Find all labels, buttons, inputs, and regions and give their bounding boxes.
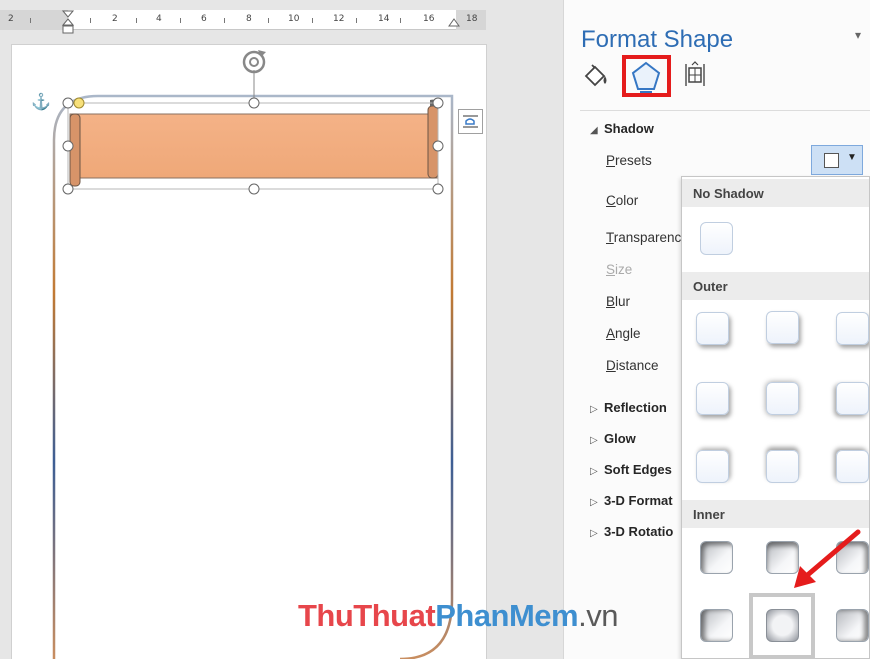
- presets-dropdown-button[interactable]: ▼: [811, 145, 863, 175]
- frame-shape: [52, 94, 454, 659]
- tab-effects[interactable]: [622, 55, 671, 97]
- expand-triangle-icon: ▷: [590, 435, 598, 446]
- section-label: Soft Edges: [604, 462, 672, 477]
- layout-options-button[interactable]: [458, 109, 483, 134]
- pentagon-effects-icon: [631, 61, 661, 93]
- layout-properties-icon: [685, 61, 705, 86]
- tab-layout-properties[interactable]: [680, 60, 714, 94]
- preset-outer[interactable]: [696, 450, 729, 483]
- resize-handle: [432, 183, 444, 195]
- pane-title: Format Shape: [581, 26, 734, 53]
- collapse-triangle-icon: ◢: [590, 125, 598, 136]
- word-window: 2 2 4 6 8 10 12 14 16 18 ⚓ Format Shape …: [0, 0, 870, 659]
- color-label: Color: [606, 193, 639, 208]
- preset-outer[interactable]: [766, 311, 799, 344]
- section-label: Reflection: [604, 400, 667, 415]
- section-label: Glow: [604, 431, 636, 446]
- rotate-handle-icon: [242, 50, 266, 74]
- blur-label: Blur: [606, 294, 631, 309]
- watermark-logo: ThuThuatPhanMem.vn: [298, 598, 618, 634]
- resize-handle: [432, 97, 444, 109]
- preset-outer[interactable]: [836, 312, 869, 345]
- preset-outer[interactable]: [836, 450, 869, 483]
- dropdown-arrow-icon: ▼: [847, 152, 857, 163]
- transparency-label: Transparenc: [606, 230, 682, 245]
- preset-inner[interactable]: [700, 541, 733, 574]
- preset-outer[interactable]: [766, 450, 799, 483]
- tab-fill-line[interactable]: [581, 60, 615, 94]
- preset-outer[interactable]: [766, 382, 799, 415]
- gallery-group-outer: Outer: [682, 272, 869, 300]
- section-shadow-header[interactable]: ◢ Shadow: [590, 121, 654, 136]
- preset-outer[interactable]: [696, 382, 729, 415]
- section-glow-header[interactable]: ▷ Glow: [590, 431, 636, 446]
- annotation-arrow-icon: [794, 529, 861, 588]
- preset-no-shadow[interactable]: [700, 222, 733, 255]
- watermark-part2: PhanMem: [435, 598, 579, 633]
- expand-triangle-icon: ▷: [590, 497, 598, 508]
- resize-handle: [62, 97, 74, 109]
- gallery-group-no-shadow: No Shadow: [682, 179, 869, 207]
- angle-label: Angle: [606, 326, 641, 341]
- section-label: Shadow: [604, 121, 654, 136]
- pane-options-dropdown[interactable]: ▾: [855, 28, 861, 42]
- resize-handle: [432, 140, 444, 152]
- selected-preset-highlight: [749, 593, 815, 659]
- section-3d-rotation-header[interactable]: ▷ 3-D Rotatio: [590, 524, 673, 539]
- size-label: Size: [606, 262, 633, 277]
- resize-handle: [248, 97, 260, 109]
- watermark-part3: .vn: [578, 598, 618, 633]
- expand-triangle-icon: ▷: [590, 528, 598, 539]
- section-soft-edges-header[interactable]: ▷ Soft Edges: [590, 462, 672, 477]
- pane-divider: [580, 110, 870, 111]
- section-3d-format-header[interactable]: ▷ 3-D Format: [590, 493, 673, 508]
- layout-options-icon: [463, 115, 478, 128]
- resize-handle: [62, 183, 74, 195]
- scroll-shape-canvas: [52, 50, 454, 659]
- gallery-group-inner: Inner: [682, 500, 869, 528]
- section-reflection-header[interactable]: ▷ Reflection: [590, 400, 667, 415]
- resize-handle: [62, 140, 74, 152]
- section-label: 3-D Format: [604, 493, 673, 508]
- anchor-icon: ⚓: [31, 94, 51, 111]
- banner-shape: [69, 99, 439, 187]
- preset-inner[interactable]: [700, 609, 733, 642]
- adjust-handle: [73, 97, 85, 109]
- preset-inner[interactable]: [836, 609, 869, 642]
- document-area: 2 2 4 6 8 10 12 14 16 18 ⚓: [0, 0, 563, 659]
- expand-triangle-icon: ▷: [590, 466, 598, 477]
- presets-label: Presets: [606, 153, 652, 168]
- watermark-part1: ThuThuat: [298, 598, 436, 633]
- preset-outer[interactable]: [696, 312, 729, 345]
- shadow-preview-icon: [824, 153, 839, 168]
- preset-outer[interactable]: [836, 382, 869, 415]
- expand-triangle-icon: ▷: [590, 404, 598, 415]
- fill-line-icon: [584, 64, 607, 87]
- resize-handle: [248, 183, 260, 195]
- section-label: 3-D Rotatio: [604, 524, 674, 539]
- distance-label: Distance: [606, 358, 659, 373]
